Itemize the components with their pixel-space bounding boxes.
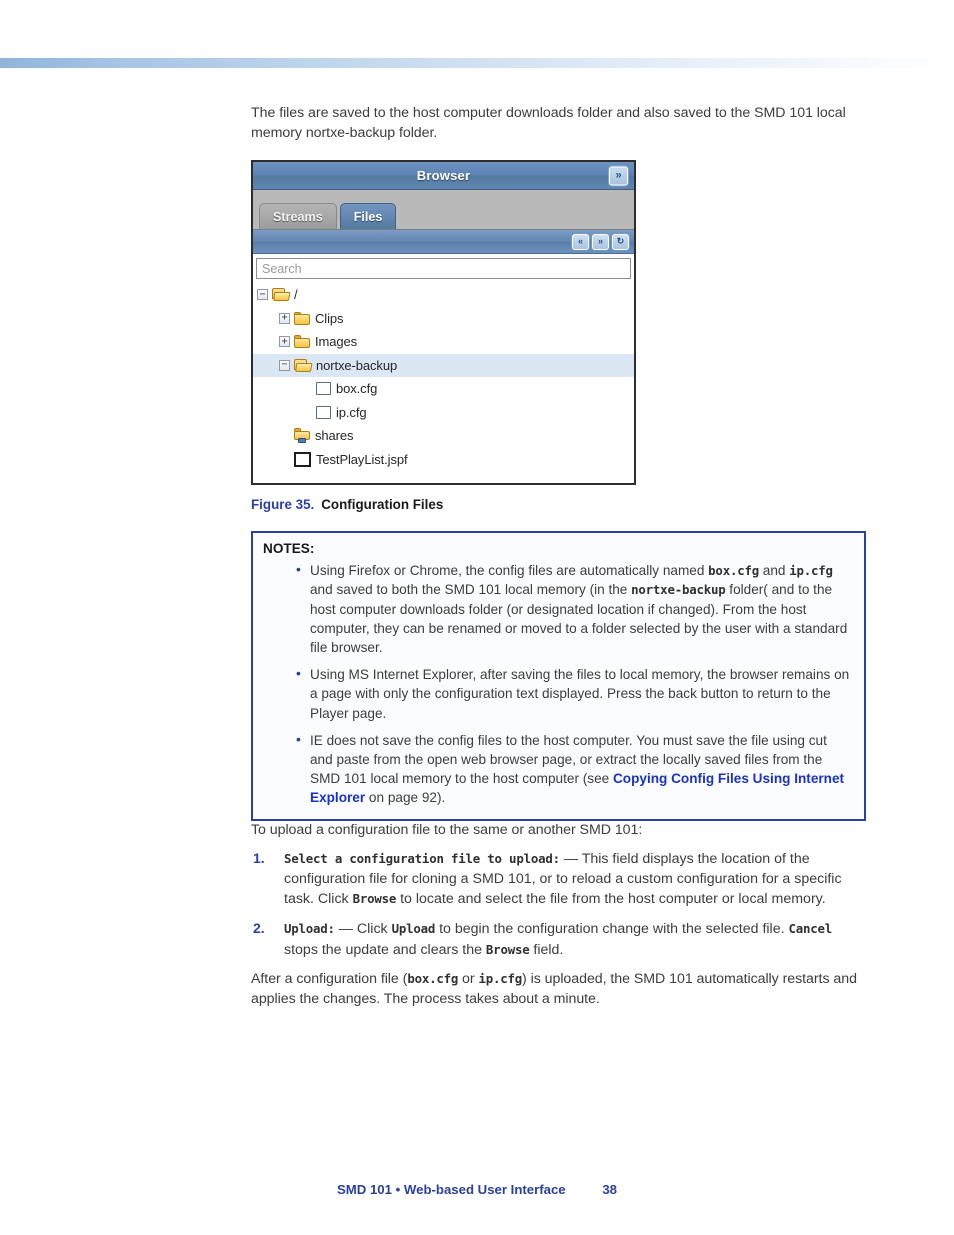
tree-item-label: Images [315,334,358,350]
tree-item-label: shares [315,428,354,444]
text-run: to locate and select the file from the h… [396,891,826,908]
tree-item-label: box.cfg [336,381,378,397]
tab-files[interactable]: Files [339,203,397,230]
footer-page-number: 38 [602,1182,617,1197]
tree-item-[interactable]: − / [253,283,634,307]
figure-caption: Figure 35. Configuration Files [251,497,868,512]
expand-all-icon[interactable]: » [592,233,609,250]
text-run: on page 92). [365,790,446,806]
text-run: — Click [334,921,392,937]
notes-title: NOTES: [263,541,315,557]
upload-lead-paragraph: To upload a configuration file to the sa… [251,821,643,838]
tree-item-box-cfg[interactable]: box.cfg [253,377,634,401]
notes-list: Using Firefox or Chrome, the config file… [263,560,852,808]
browser-panel-title: Browser [416,168,471,184]
figure-number: Figure 35. [251,497,315,513]
tree-item-label: TestPlayList.jspf [316,451,408,467]
inline-code: Upload: [284,921,335,936]
file-tree: − / + Clips + Images − nortxe-backup box.cfg ip.c… [253,279,634,484]
notes-box: NOTES: Using Firefox or Chrome, the conf… [251,531,866,821]
inline-code: ip.cfg [789,563,833,579]
collapse-all-icon[interactable]: « [572,233,589,250]
note-item: Using MS Internet Explorer, after saving… [263,664,852,723]
header-decorative-band [0,58,954,68]
note-item: IE does not save the config files to the… [263,730,852,808]
tab-streams-label: Streams [273,209,323,224]
collapse-node-icon[interactable]: − [257,289,268,301]
tree-item-label: ip.cfg [336,404,367,420]
inline-code: box.cfg [708,563,759,579]
text-run: Using MS Internet Explorer, after saving… [310,667,850,721]
inline-code: box.cfg [407,971,459,987]
text-run: or [458,971,479,988]
note-item: Using Firefox or Chrome, the config file… [263,560,852,657]
text-run: stops the update and clears the [284,941,486,958]
tree-item-label: nortxe-backup [316,357,398,373]
collapse-node-icon[interactable]: − [279,359,290,371]
inline-code: Browse [485,941,530,957]
text-run: Using Firefox or Chrome, the config file… [310,563,709,579]
inline-code: Browse [352,891,397,907]
double-chevron-right-icon[interactable]: » [609,166,628,186]
tree-item-label: Clips [315,310,344,326]
tab-streams[interactable]: Streams [259,203,337,230]
inline-code: ip.cfg [478,971,523,987]
config-file-icon [316,382,331,396]
intro-paragraph: The files are saved to the host computer… [251,105,846,141]
playlist-file-icon [294,451,311,467]
search-input[interactable] [256,258,631,280]
step-number: 2. [253,920,265,936]
tree-item-ip-cfg[interactable]: ip.cfg [253,401,634,425]
closing-paragraph: After a configuration file (box.cfg or i… [251,969,868,1009]
inline-code: Cancel [788,921,833,936]
upload-step: 1. Select a configuration file to upload:… [251,849,868,910]
page-content: The files are saved to the host computer… [251,104,868,1009]
refresh-icon[interactable]: ↻ [612,233,629,250]
figure-35: Browser » Streams Files « » ↻ −/+Clips+I… [251,160,868,512]
tab-files-label: Files [353,209,383,224]
inline-code: Select a configuration file to upload: [284,851,560,867]
page-footer: SMD 101 • Web-based User Interface 38 [0,1182,954,1197]
text-run: field. [529,941,564,958]
step-number: 1. [253,850,265,867]
expand-node-icon[interactable]: + [279,336,290,348]
tree-item-nortxe-backup[interactable]: − nortxe-backup [253,353,634,378]
text-run: After a configuration file ( [251,971,408,988]
text-run: to begin the configuration change with t… [435,921,789,937]
tree-toolbar: « » ↻ [253,230,634,255]
text-run: and [759,563,790,579]
figure-caption-text: Configuration Files [321,497,444,513]
tree-item-testplaylist-jspf[interactable]: TestPlayList.jspf [253,448,634,472]
browser-tab-strip: Streams Files [253,190,634,231]
inline-code: nortxe-backup [631,582,726,598]
text-run: and saved to both the SMD 101 local memo… [310,582,632,598]
inline-code: Upload [391,921,436,936]
folder-open-icon [272,288,291,302]
upload-step: 2. Upload: — Click Upload to begin the co… [251,919,868,960]
folder-closed-icon [294,311,310,325]
folder-open-icon [294,358,313,372]
footer-title: SMD 101 • Web-based User Interface [337,1182,566,1197]
browser-panel-titlebar: Browser » [253,162,634,191]
tree-item-images[interactable]: + Images [253,330,634,354]
config-file-icon [316,405,331,419]
tree-item-clips[interactable]: + Clips [253,307,634,331]
browser-panel: Browser » Streams Files « » ↻ −/+Clips+I… [251,160,636,486]
folder-closed-icon [294,335,310,349]
search-row [253,254,634,280]
tree-item-label: / [294,287,298,303]
expand-node-icon[interactable]: + [279,312,290,324]
folder-share-icon [294,428,310,444]
tree-item-shares[interactable]: shares [253,424,634,448]
upload-steps-list: 1. Select a configuration file to upload:… [251,849,868,960]
